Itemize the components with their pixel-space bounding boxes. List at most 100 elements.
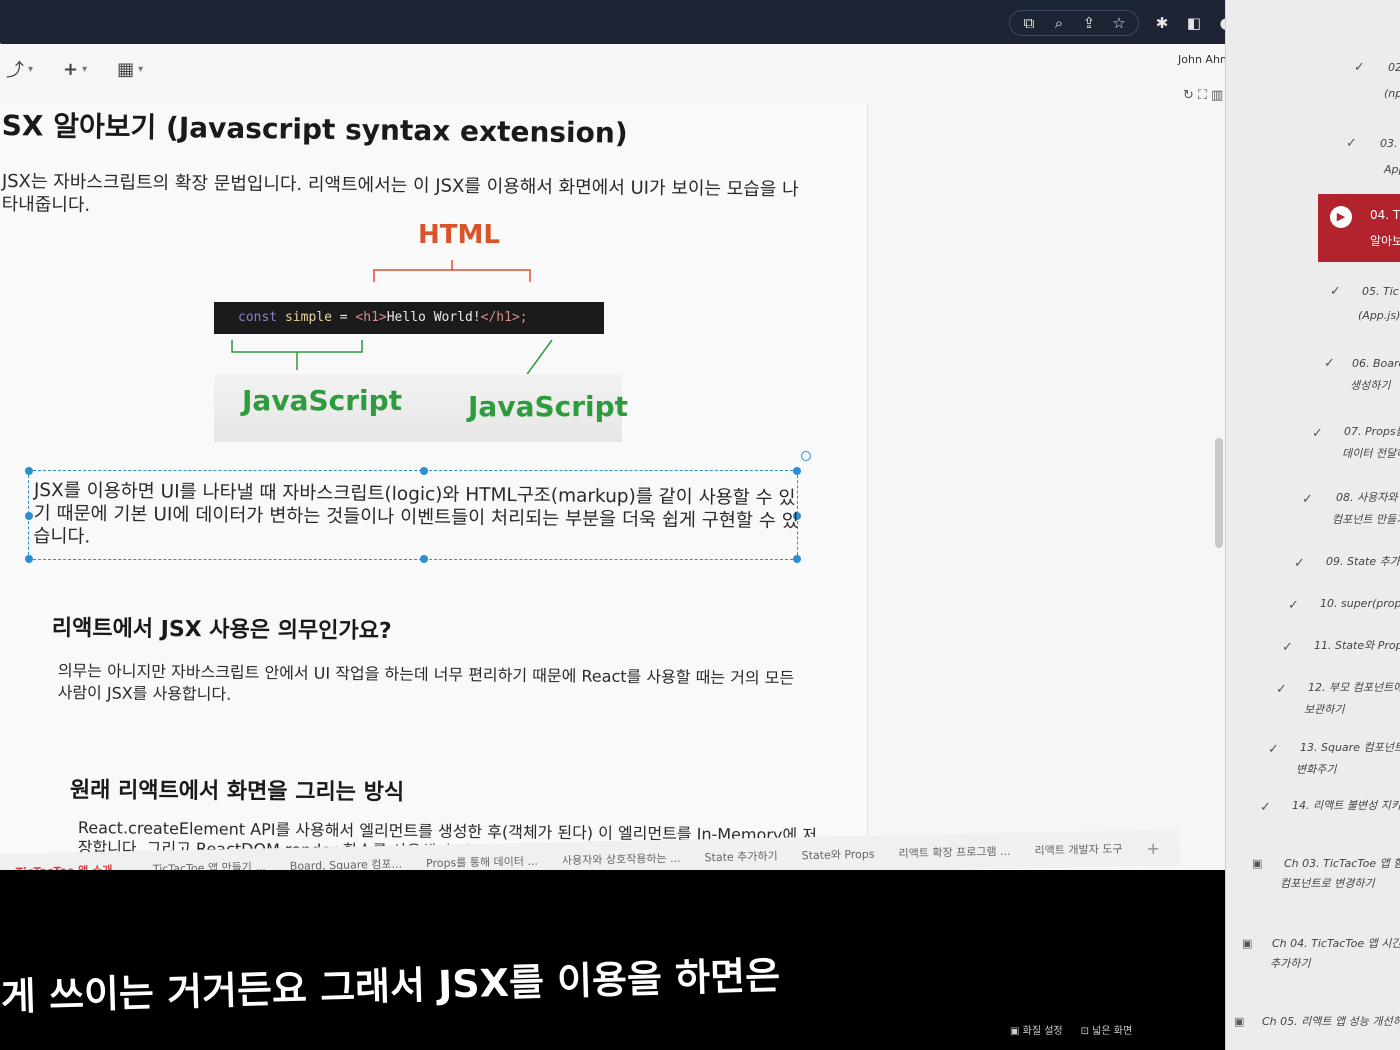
star-icon[interactable]: ☆ [1110, 14, 1128, 32]
resize-handle[interactable] [25, 512, 33, 520]
curriculum-item-title: 11. State와 Props [1314, 639, 1400, 652]
video-controls: ▣ 화질 설정 ⊡ 넓은 화면 [1010, 1022, 1132, 1037]
tab-item[interactable]: 사용자와 상호작용하는 ... [562, 850, 681, 868]
curriculum-item[interactable]: ✓ 13. Square 컴포넌트 클 변화주기 [1226, 738, 1400, 788]
selected-text-box[interactable]: JSX를 이용하면 UI를 나타낼 때 자바스크립트(logic)와 HTML구… [25, 451, 811, 563]
chevron-down-icon: ▾ [138, 63, 144, 75]
check-icon: ✓ [1294, 556, 1305, 571]
curriculum-item-title: 06. Board [1352, 357, 1400, 370]
curriculum-item[interactable]: ✓ 09. State 추가하 [1226, 554, 1400, 584]
resize-handle[interactable] [25, 467, 33, 475]
curriculum-item-subtitle: (App.js) [1358, 309, 1400, 322]
curriculum-item-title: 12. 부모 컴포넌트에서 [1308, 681, 1400, 694]
resize-handle[interactable] [793, 555, 801, 563]
tab-item[interactable]: 리액트 개발자 도구 [1034, 840, 1122, 858]
jsx-diagram: HTML const simple = <h1>Hello World!</h1… [212, 214, 628, 442]
quality-setting-button[interactable]: ▣ 화질 설정 [1010, 1022, 1063, 1037]
heading-jsx-required: 리액트에서 JSX 사용은 의무인가요? [51, 615, 392, 644]
curriculum-item[interactable]: ✓ 05. Tic (App.js) [1226, 280, 1400, 330]
tab-item[interactable]: Props를 통해 데이터 ... [426, 853, 538, 871]
extension-icon[interactable]: ✱ [1153, 14, 1171, 32]
rotate-handle-icon[interactable] [801, 451, 811, 461]
curriculum-chapter[interactable]: ▣ Ch 03. TicTacToe 앱 함 컴포넌트로 변경하기 [1226, 852, 1400, 902]
curriculum-sidebar: ✓ 02 (np ✓ 03. Appl ▶ 04. Ti 알아보 ✓ 05. T… [1225, 0, 1400, 1050]
curriculum-item[interactable]: ✓ 12. 부모 컴포넌트에서 보관하기 [1226, 678, 1400, 728]
selected-paragraph[interactable]: JSX를 이용하면 UI를 나타낼 때 자바스크립트(logic)와 HTML구… [33, 479, 804, 556]
paragraph-jsx-required: 의무는 아니지만 자바스크립트 안에서 UI 작업을 하는데 너무 편리하기 때… [57, 660, 795, 704]
curriculum-item-subtitle: 컴포넌트 만들기 [1332, 513, 1400, 526]
sidebar-icon[interactable]: ◧ [1185, 14, 1203, 32]
table-icon: ▦ [117, 58, 135, 80]
screenshot-icon[interactable]: ⧉ [1020, 14, 1038, 32]
curriculum-item-subtitle: Appl [1384, 163, 1400, 176]
check-icon: ✓ [1268, 742, 1279, 757]
html-label: HTML [418, 220, 500, 250]
document-area: ⤴▾ +▾ ▦▾ John Ahn ▾ ⊕ ↻ ⛶ ▥ ⌄ SX 알아보기 (J… [0, 44, 1280, 890]
javascript-label-1: JavaScript [242, 384, 403, 417]
check-icon: ✓ [1330, 284, 1341, 299]
curriculum-item[interactable]: ✓ 02 (np [1226, 56, 1400, 106]
subtitle-caption: 게 쓰이는 거거든요 그래서 JSX를 이용을 하면은 [0, 953, 781, 1019]
code-text: Hello World! [386, 310, 481, 325]
code-close-tag: </h1>; [480, 310, 528, 325]
share-icon[interactable]: ⇪ [1080, 14, 1098, 32]
curriculum-item-title: 13. Square 컴포넌트 클 [1300, 741, 1400, 754]
js-labels-panel: JavaScript JavaScript [214, 374, 628, 442]
check-icon: ✓ [1260, 800, 1271, 815]
curriculum-item-subtitle: 변화주기 [1296, 763, 1337, 776]
curriculum-chapter[interactable]: ▣ Ch 05. 리액트 앱 성능 개선하기 [1226, 1010, 1400, 1040]
curriculum-item[interactable]: ✓ 14. 리액트 불변성 지키기 [1226, 796, 1400, 826]
code-open-tag: <h1> [355, 310, 387, 325]
html-brace [373, 260, 531, 282]
curriculum-item-subtitle: 생성하기 [1350, 379, 1391, 392]
curriculum-chapter[interactable]: ▣ Ch 04. TicTacToe 앱 시간 추가하기 [1226, 932, 1400, 982]
zoom-icon[interactable]: ⌕ [1050, 14, 1068, 32]
toolbar-arrow-button[interactable]: ⤴ ▾ [6, 56, 33, 82]
check-icon: ✓ [1324, 356, 1335, 371]
chapter-icon: ▣ [1242, 937, 1253, 950]
curriculum-item-subtitle: 알아보 [1370, 234, 1400, 248]
address-bar-actions: ⧉ ⌕ ⇪ ☆ [1009, 10, 1139, 36]
curriculum-item-subtitle: (np [1384, 87, 1400, 100]
curriculum-item[interactable]: ✓ 11. State와 Props [1226, 638, 1400, 668]
fullscreen-icon[interactable]: ⛶ [1198, 88, 1207, 103]
turn-icon: ⤴ [6, 60, 24, 81]
resize-handle[interactable] [793, 467, 801, 475]
toolbar-add-button[interactable]: + ▾ [63, 59, 87, 80]
curriculum-item-title: 09. State 추가하 [1326, 555, 1400, 568]
layout-icon[interactable]: ▥ [1211, 88, 1223, 103]
curriculum-item[interactable]: ✓ 07. Props를 데이터 전달하 [1226, 422, 1400, 472]
curriculum-item[interactable]: ✓ 03. Appl [1226, 132, 1400, 182]
scrollbar[interactable] [1215, 438, 1223, 548]
chapter-icon: ▣ [1234, 1015, 1245, 1028]
tab-item[interactable]: 리액트 확장 프로그램 ... [898, 843, 1010, 861]
curriculum-item-subtitle: 데이터 전달하 [1342, 447, 1400, 460]
resize-handle[interactable] [420, 467, 428, 475]
curriculum-item-title: 02 [1388, 61, 1400, 74]
tab-item[interactable]: State 추가하기 [704, 848, 777, 866]
curriculum-item[interactable]: ✓ 10. super(props) [1226, 596, 1400, 626]
resize-handle[interactable] [420, 555, 428, 563]
curriculum-item[interactable]: ✓ 06. Board 생성하기 [1226, 352, 1400, 402]
tab-item[interactable]: State와 Props [801, 846, 875, 864]
wide-screen-button[interactable]: ⊡ 넓은 화면 [1081, 1022, 1133, 1037]
toolbar-table-button[interactable]: ▦ ▾ [117, 59, 143, 80]
chapter-icon: ▣ [1252, 857, 1263, 870]
curriculum-item-subtitle: 추가하기 [1270, 957, 1311, 970]
video-player[interactable]: 게 쓰이는 거거든요 그래서 JSX를 이용을 하면은 ▣ 화질 설정 ⊡ 넓은… [0, 870, 1280, 1050]
add-tab-icon[interactable]: + [1146, 838, 1160, 857]
editor-toolbar: ⤴ ▾ + ▾ ▦ ▾ [0, 56, 143, 82]
refresh-icon[interactable]: ↻ [1183, 88, 1194, 103]
resize-handle[interactable] [25, 555, 33, 563]
check-icon: ✓ [1276, 682, 1287, 697]
plus-icon: + [63, 58, 79, 80]
curriculum-item-title: 05. Tic [1362, 285, 1399, 298]
check-icon: ✓ [1282, 640, 1293, 655]
check-icon: ✓ [1312, 426, 1323, 441]
curriculum-item-title: Ch 05. 리액트 앱 성능 개선하기 [1262, 1015, 1400, 1028]
curriculum-item[interactable]: ✓ 08. 사용자와 상 컴포넌트 만들기 [1226, 488, 1400, 538]
code-name: simple [284, 310, 332, 325]
curriculum-item-active[interactable]: ▶ 04. Ti 알아보 [1318, 194, 1400, 262]
curriculum-item-title: 14. 리액트 불변성 지키기 [1292, 799, 1400, 812]
curriculum-item-title: 04. Ti [1370, 208, 1400, 222]
